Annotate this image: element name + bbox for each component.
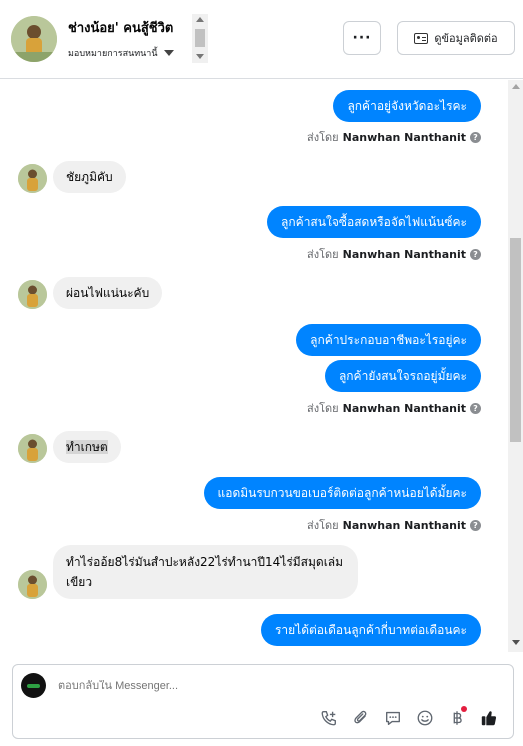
assign-conversation-dropdown[interactable]: มอบหมายการสนทนานี้ <box>68 46 174 60</box>
sender-name: Nanwhan Nanthanit <box>342 247 466 261</box>
thumbs-up-icon[interactable] <box>479 708 499 728</box>
message-outgoing[interactable]: ลูกค้าสนใจซื้อสดหรือจัดไฟแน้นซ์คะ <box>267 206 481 238</box>
sender-name: Nanwhan Nanthanit <box>342 518 466 532</box>
selected-text: ทำเกษต <box>66 440 108 454</box>
scroll-thumb[interactable] <box>195 29 205 47</box>
scroll-down-arrow-icon[interactable] <box>196 54 204 59</box>
assign-label: มอบหมายการสนทนานี้ <box>68 49 158 59</box>
contact-avatar[interactable] <box>11 16 57 62</box>
reply-composer <box>12 664 514 739</box>
message-incoming[interactable]: ชัยภูมิคับ <box>53 161 126 193</box>
reply-input[interactable] <box>58 680 458 692</box>
message-outgoing[interactable]: แอดมินรบกวนขอเบอร์ติดต่อลูกค้าหน่อยได้มั… <box>203 477 481 509</box>
message-list[interactable]: ลูกค้าอยู่จังหวัดอะไรคะ ส่งโดย Nanwhan N… <box>0 80 508 652</box>
sent-by-label: ส่งโดย Nanwhan Nanthanit ? <box>307 516 481 534</box>
notification-dot <box>461 706 467 712</box>
scroll-down-arrow-icon[interactable] <box>512 640 520 645</box>
scroll-up-arrow-icon[interactable] <box>196 17 204 22</box>
message-outgoing[interactable]: ลูกค้ายังสนใจรถอยู่มั้ยคะ <box>324 360 481 392</box>
sent-by-prefix: ส่งโดย <box>307 248 339 261</box>
view-contact-label: ดูข้อมูลติดต่อ <box>434 32 498 45</box>
contact-card-icon <box>414 32 429 44</box>
saved-reply-icon[interactable] <box>383 708 403 728</box>
baht-payment-icon[interactable] <box>447 706 467 728</box>
phone-add-icon[interactable] <box>319 708 339 728</box>
sent-by-label: ส่งโดย Nanwhan Nanthanit ? <box>307 245 481 263</box>
header-scrollbar[interactable] <box>192 14 208 63</box>
contact-avatar-small[interactable] <box>18 434 47 463</box>
contact-avatar-small[interactable] <box>18 280 47 309</box>
message-outgoing[interactable]: ลูกค้าอยู่จังหวัดอะไรคะ <box>333 90 481 122</box>
message-outgoing[interactable]: ลูกค้าประกอบอาชีพอะไรอยู่คะ <box>296 324 481 356</box>
help-icon[interactable]: ? <box>470 248 481 260</box>
sender-name: Nanwhan Nanthanit <box>342 401 466 415</box>
sender-name: Nanwhan Nanthanit <box>342 130 466 144</box>
help-icon[interactable]: ? <box>470 131 481 143</box>
help-icon[interactable]: ? <box>470 519 481 531</box>
contact-avatar-small[interactable] <box>18 164 47 193</box>
caret-down-icon <box>163 50 174 56</box>
conversation-header: ช่างน้อย' คนสู้ชีวิต มอบหมายการสนทนานี้ … <box>0 0 523 79</box>
more-options-button[interactable]: ··· <box>343 21 381 55</box>
attachment-icon[interactable] <box>351 708 371 728</box>
sent-by-prefix: ส่งโดย <box>307 131 339 144</box>
sent-by-prefix: ส่งโดย <box>307 519 339 532</box>
sent-by-prefix: ส่งโดย <box>307 402 339 415</box>
help-icon[interactable]: ? <box>470 402 481 414</box>
scroll-thumb[interactable] <box>510 238 521 442</box>
message-outgoing[interactable]: รายได้ต่อเดือนลูกค้ากี่บาทต่อเดือนคะ <box>260 614 481 646</box>
message-incoming[interactable]: ผ่อนไฟแน่นะคับ <box>53 277 163 309</box>
emoji-icon[interactable] <box>415 708 435 728</box>
contact-avatar-small[interactable] <box>18 570 47 599</box>
view-contact-info-button[interactable]: ดูข้อมูลติดต่อ <box>397 21 515 55</box>
page-avatar <box>21 673 46 698</box>
message-scrollbar[interactable] <box>508 80 523 652</box>
sent-by-label: ส่งโดย Nanwhan Nanthanit ? <box>307 128 481 146</box>
scroll-up-arrow-icon[interactable] <box>512 84 520 89</box>
message-incoming[interactable]: ทำเกษต <box>53 431 121 463</box>
composer-toolbar <box>319 706 499 728</box>
contact-name: ช่างน้อย' คนสู้ชีวิต <box>68 21 174 36</box>
message-incoming[interactable]: ทำไร่ออ้ย8ไร่มันสำปะหลัง22ไร่ทำนาปี14ไร่… <box>53 545 358 599</box>
conversation-panel: ช่างน้อย' คนสู้ชีวิต มอบหมายการสนทนานี้ … <box>0 0 523 746</box>
sent-by-label: ส่งโดย Nanwhan Nanthanit ? <box>307 399 481 417</box>
